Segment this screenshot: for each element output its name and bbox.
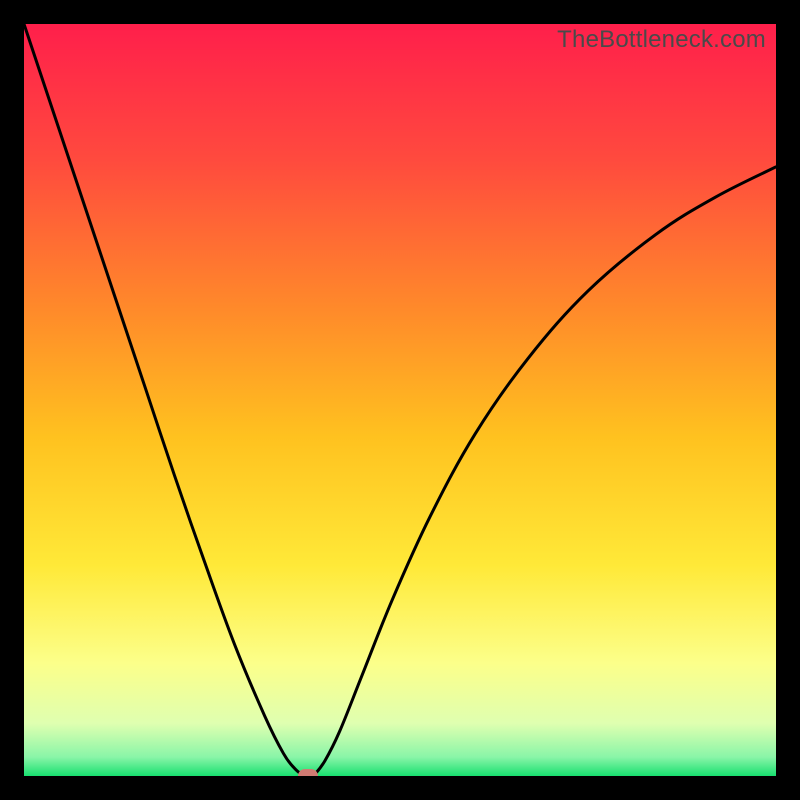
watermark-text: TheBottleneck.com [557, 26, 766, 54]
bottleneck-marker [298, 769, 318, 776]
plot-area: TheBottleneck.com [24, 24, 776, 776]
bottleneck-chart [24, 24, 776, 776]
gradient-background [24, 24, 776, 776]
chart-frame: TheBottleneck.com [0, 0, 800, 800]
